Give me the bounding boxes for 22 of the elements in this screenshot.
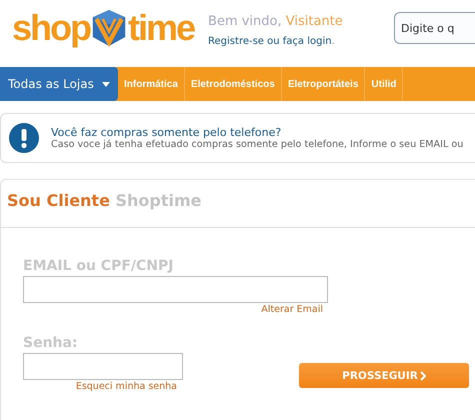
chevron-icon xyxy=(420,370,426,380)
nav-tab[interactable]: Utilid xyxy=(365,67,404,101)
continue-button[interactable]: PROSSEGUIR xyxy=(299,363,469,388)
register-link[interactable]: Registre-se ou faça login xyxy=(208,36,332,47)
nav-tab[interactable]: Todas as Lojas xyxy=(0,67,118,101)
email-field[interactable] xyxy=(23,276,328,303)
greeting-text: Bem vindo, Visitante xyxy=(208,14,344,29)
notice-title: Você faz compras somente pelo telefone? xyxy=(51,126,282,139)
alert-icon xyxy=(9,123,39,153)
logo-text: shop xyxy=(12,6,90,50)
search-field[interactable]: Digite o q xyxy=(394,12,475,44)
password-field[interactable] xyxy=(23,353,183,380)
period-text: . xyxy=(332,36,335,47)
change-email-link[interactable]: Alterar Email xyxy=(261,304,323,315)
forgot-password-link[interactable]: Esqueci minha senha xyxy=(76,381,177,392)
cube-logo-icon xyxy=(91,8,127,48)
nav-tab[interactable]: Eletrodomésticos xyxy=(184,67,282,101)
logo-text: time xyxy=(128,6,194,50)
nav-tab[interactable]: Informática xyxy=(118,67,185,101)
section-title: Sou Cliente Shoptime xyxy=(6,190,203,212)
nav-tab[interactable]: Eletroportáteis xyxy=(282,67,366,101)
notice-text: Caso voce já tenha efetuado compras somente pelo telefone, Informe o seu EMAIL ou xyxy=(51,139,464,150)
